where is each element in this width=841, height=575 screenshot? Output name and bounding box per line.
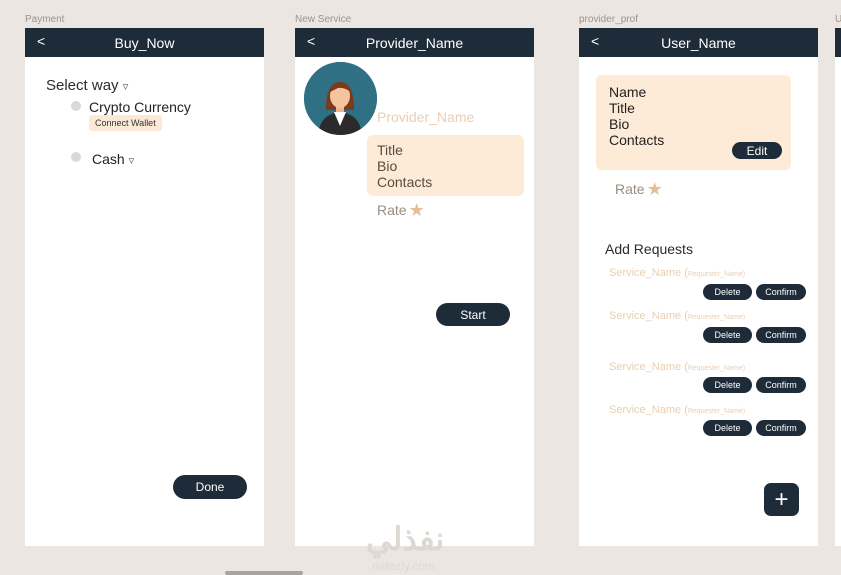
screen-title: Provider_Name bbox=[365, 34, 464, 51]
frame-label-payment: Payment bbox=[25, 14, 65, 25]
delete-button[interactable]: Delete bbox=[703, 377, 752, 393]
rate-control[interactable]: Rate ★ bbox=[615, 179, 663, 199]
frame-label-provider-prof: provider_prof bbox=[579, 14, 638, 25]
crypto-option-label: Crypto Currency bbox=[89, 99, 191, 115]
confirm-button[interactable]: Confirm bbox=[756, 420, 806, 436]
star-icon: ★ bbox=[646, 179, 663, 199]
request-row: Service_Name (Requester_Name) Delete Con… bbox=[609, 404, 809, 436]
fourth-screen bbox=[835, 28, 841, 546]
select-way-label: Select way bbox=[46, 77, 119, 94]
plus-icon: + bbox=[774, 485, 789, 513]
service-name-text: Service_Name (Requester_Name) bbox=[609, 404, 746, 416]
done-button[interactable]: Done bbox=[173, 475, 247, 499]
person-icon bbox=[304, 62, 377, 135]
chevron-down-icon: ▿ bbox=[122, 81, 129, 93]
star-icon: ★ bbox=[408, 200, 425, 220]
new-service-screen: < Provider_Name Provider_Name Title Bio … bbox=[295, 28, 534, 546]
delete-button[interactable]: Delete bbox=[703, 327, 752, 343]
request-row: Service_Name (Requester_Name) Delete Con… bbox=[609, 361, 809, 393]
horizontal-scrollbar[interactable] bbox=[225, 571, 303, 575]
back-button[interactable]: < bbox=[37, 33, 45, 49]
delete-button[interactable]: Delete bbox=[703, 284, 752, 300]
provider-avatar bbox=[304, 62, 377, 135]
cash-option-label: Cash bbox=[92, 151, 125, 167]
delete-button[interactable]: Delete bbox=[703, 420, 752, 436]
service-name-text: Service_Name (Requester_Name) bbox=[609, 310, 746, 322]
crypto-radio[interactable] bbox=[71, 101, 81, 111]
cash-radio[interactable] bbox=[71, 152, 81, 162]
rate-label: Rate bbox=[615, 181, 645, 197]
confirm-button[interactable]: Confirm bbox=[756, 377, 806, 393]
watermark-url: nafezly.com bbox=[372, 559, 436, 573]
service-name-text: Service_Name (Requester_Name) bbox=[609, 267, 746, 279]
provider-info-card: Title Bio Contacts bbox=[367, 135, 524, 196]
watermark-logo: نفذلي bbox=[366, 521, 445, 557]
cash-option[interactable]: Cash ▿ bbox=[92, 151, 134, 167]
start-button[interactable]: Start bbox=[436, 303, 510, 326]
contacts-text: Contacts bbox=[377, 174, 433, 190]
request-row: Service_Name (Requester_Name) Delete Con… bbox=[609, 310, 809, 343]
payment-screen: < Buy_Now Select way ▿ Crypto Currency C… bbox=[25, 28, 264, 546]
profile-card: Name Title Bio Contacts Edit bbox=[596, 75, 791, 170]
bio-text: Bio bbox=[377, 158, 398, 174]
chevron-down-icon: ▿ bbox=[128, 155, 135, 167]
provider-name-text: Provider_Name bbox=[377, 109, 475, 125]
title-text: Title bbox=[609, 100, 635, 116]
add-requests-heading: Add Requests bbox=[605, 241, 693, 257]
top-bar: < Buy_Now bbox=[25, 28, 264, 57]
select-way-dropdown[interactable]: Select way ▿ bbox=[46, 77, 128, 94]
rate-control[interactable]: Rate ★ bbox=[377, 200, 425, 220]
back-button[interactable]: < bbox=[591, 33, 599, 49]
back-button[interactable]: < bbox=[307, 33, 315, 49]
screen-title: User_Name bbox=[661, 34, 736, 51]
edit-button[interactable]: Edit bbox=[732, 142, 782, 159]
service-name-text: Service_Name (Requester_Name) bbox=[609, 361, 746, 373]
name-text: Name bbox=[609, 84, 647, 100]
confirm-button[interactable]: Confirm bbox=[756, 284, 806, 300]
frame-label-fourth: U bbox=[835, 14, 841, 25]
top-bar: < Provider_Name bbox=[295, 28, 534, 57]
title-text: Title bbox=[377, 142, 403, 158]
provider-profile-screen: < User_Name Name Title Bio Contacts Edit… bbox=[579, 28, 818, 546]
confirm-button[interactable]: Confirm bbox=[756, 327, 806, 343]
frame-label-new-service: New Service bbox=[295, 14, 352, 25]
rate-label: Rate bbox=[377, 202, 407, 218]
screen-title: Buy_Now bbox=[114, 34, 175, 51]
bio-text: Bio bbox=[609, 116, 630, 132]
request-row: Service_Name (Requester_Name) Delete Con… bbox=[609, 267, 809, 300]
top-bar bbox=[835, 28, 841, 57]
top-bar: < User_Name bbox=[579, 28, 818, 57]
connect-wallet-button[interactable]: Connect Wallet bbox=[89, 115, 162, 131]
add-request-button[interactable]: + bbox=[764, 483, 799, 516]
